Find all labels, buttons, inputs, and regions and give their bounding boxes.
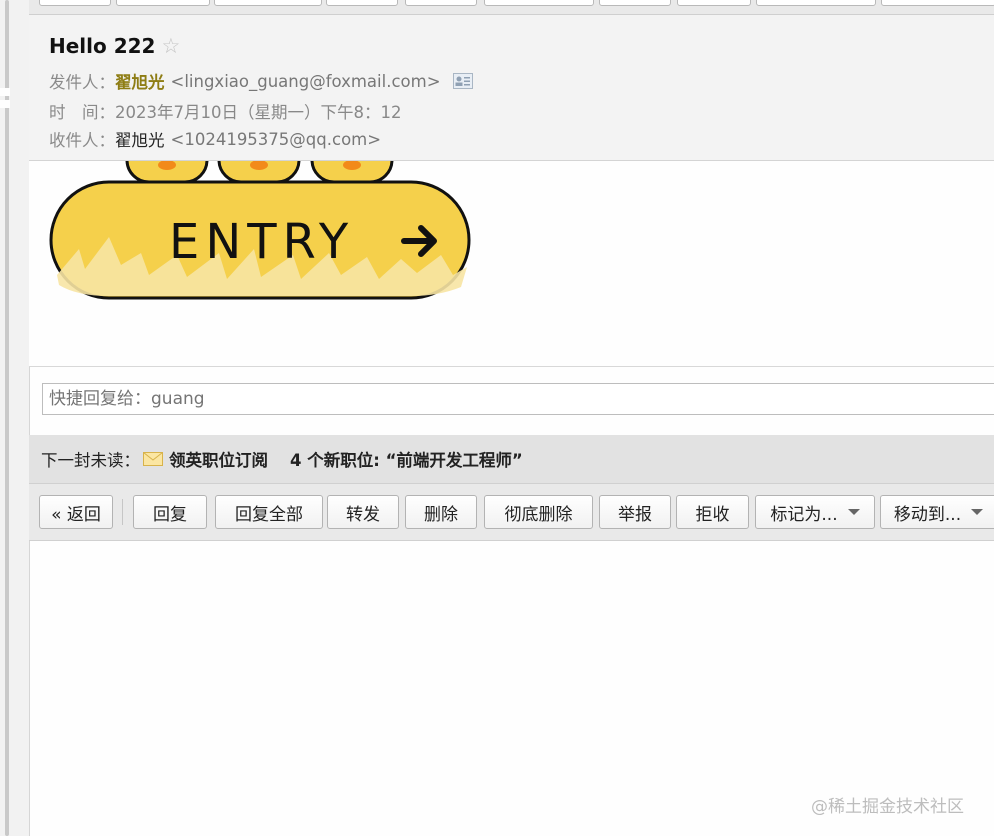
chevron-down-icon: [847, 509, 860, 515]
next-unread-sender[interactable]: 领英职位订阅: [169, 447, 268, 471]
top-toolbar-button[interactable]: [405, 0, 477, 6]
top-toolbar-button[interactable]: [756, 0, 876, 6]
move-to-label: 移动到...: [893, 504, 962, 525]
toolbar-separator: [122, 499, 123, 525]
sender-label: 发件人：: [49, 73, 115, 92]
window-edge-rail: [5, 0, 9, 836]
back-button[interactable]: « 返回: [39, 495, 113, 529]
move-to-dropdown[interactable]: 移动到...: [880, 495, 994, 529]
entry-button-image[interactable]: ENTRY: [49, 161, 474, 305]
recipient-label: 收件人：: [49, 131, 115, 150]
reply-button[interactable]: 回复: [133, 495, 207, 529]
reject-button[interactable]: 拒收: [676, 495, 749, 529]
top-toolbar-button[interactable]: [484, 0, 594, 6]
top-toolbar-button[interactable]: [599, 0, 671, 6]
recipient-row: 收件人： 翟旭光 <1024195375@qq.com>: [49, 127, 381, 151]
delete-button[interactable]: 删除: [405, 495, 477, 529]
top-toolbar-button[interactable]: [214, 0, 322, 6]
top-toolbar-button[interactable]: [39, 0, 111, 6]
entry-text: ENTRY: [169, 214, 354, 270]
forward-button[interactable]: 转发: [327, 495, 399, 529]
mail-reader: Hello 222 ☆ 发件人： 翟旭光 <lingxiao_guang@fox…: [29, 0, 994, 836]
reply-all-button[interactable]: 回复全部: [215, 495, 323, 529]
watermark: @稀土掘金技术社区: [811, 797, 964, 817]
time-value: 2023年7月10日（星期一）下午8：12: [115, 103, 402, 122]
mark-as-label: 标记为...: [770, 504, 838, 525]
top-toolbar-button[interactable]: [677, 0, 751, 6]
body-divider: [29, 366, 994, 367]
message-header: Hello 222 ☆ 发件人： 翟旭光 <lingxiao_guang@fox…: [29, 15, 994, 161]
quick-reply-input[interactable]: [42, 383, 994, 415]
contact-card-icon[interactable]: [452, 73, 473, 89]
top-toolbar-button[interactable]: [881, 0, 994, 6]
message-body: ENTRY: [29, 161, 994, 366]
window-left-edge: [0, 0, 30, 836]
next-unread-bar: 下一封未读： 领英职位订阅 4 个新职位: “前端开发工程师”: [29, 435, 994, 483]
next-unread-label: 下一封未读：: [41, 451, 140, 470]
subject-row: Hello 222 ☆: [49, 32, 180, 60]
window-edge-notch: [0, 88, 10, 96]
window-edge-notch: [0, 100, 10, 108]
star-icon[interactable]: ☆: [161, 35, 180, 57]
sender-name[interactable]: 翟旭光: [115, 69, 165, 93]
top-toolbar-button[interactable]: [326, 0, 398, 6]
recipient-name[interactable]: 翟旭光: [115, 127, 165, 151]
mark-as-dropdown[interactable]: 标记为...: [755, 495, 875, 529]
top-toolbar-button[interactable]: [116, 0, 210, 6]
time-row: 时 间： 2023年7月10日（星期一）下午8：12: [49, 99, 401, 123]
report-button[interactable]: 举报: [599, 495, 671, 529]
sender-row: 发件人： 翟旭光 <lingxiao_guang@foxmail.com>: [49, 69, 473, 93]
message-subject: Hello 222: [49, 34, 156, 58]
delete-permanently-button[interactable]: 彻底删除: [484, 495, 593, 529]
recipient-email: <1024195375@qq.com>: [170, 129, 382, 149]
chevron-down-icon: [971, 509, 984, 515]
time-label: 时 间：: [49, 103, 115, 122]
action-toolbar: « 返回 回复 回复全部 转发 删除 彻底删除 举报 拒收 标记为... 移动到…: [29, 483, 994, 541]
top-toolbar-cutoff: [29, 0, 994, 15]
next-unread-subject[interactable]: 4 个新职位: “前端开发工程师”: [290, 447, 523, 471]
sender-email: <lingxiao_guang@foxmail.com>: [170, 71, 441, 91]
envelope-icon: [143, 452, 163, 466]
